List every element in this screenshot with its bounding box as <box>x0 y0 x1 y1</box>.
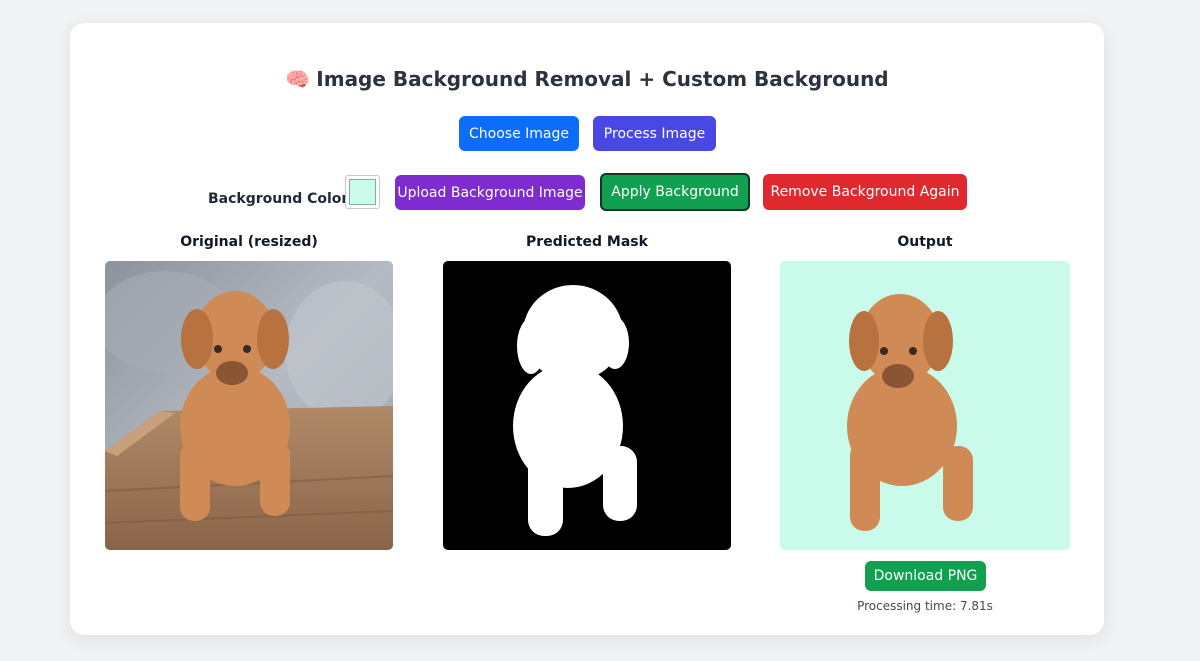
original-image <box>105 261 393 550</box>
mask-panel-title: Predicted Mask <box>526 234 648 250</box>
predicted-mask-image <box>443 261 731 550</box>
upload-background-image-button[interactable]: Upload Background Image <box>395 175 585 210</box>
download-png-button[interactable]: Download PNG <box>865 561 986 591</box>
background-color-label: Background Color: <box>208 191 354 207</box>
main-card: 🧠 Image Background Removal + Custom Backg… <box>70 23 1104 635</box>
background-color-picker[interactable] <box>345 175 380 209</box>
background-color-swatch <box>349 179 376 205</box>
remove-background-again-button[interactable]: Remove Background Again <box>763 174 967 210</box>
original-panel-title: Original (resized) <box>180 234 318 250</box>
process-image-button[interactable]: Process Image <box>593 116 716 151</box>
page-title: 🧠 Image Background Removal + Custom Backg… <box>70 67 1104 91</box>
processing-time-text: Processing time: 7.81s <box>857 599 993 613</box>
choose-image-button[interactable]: Choose Image <box>459 116 579 151</box>
output-image <box>780 261 1070 550</box>
page-title-text: Image Background Removal + Custom Backgr… <box>316 67 889 91</box>
output-panel-title: Output <box>897 234 953 250</box>
brain-icon: 🧠 <box>285 67 311 91</box>
apply-background-button[interactable]: Apply Background <box>600 173 750 211</box>
